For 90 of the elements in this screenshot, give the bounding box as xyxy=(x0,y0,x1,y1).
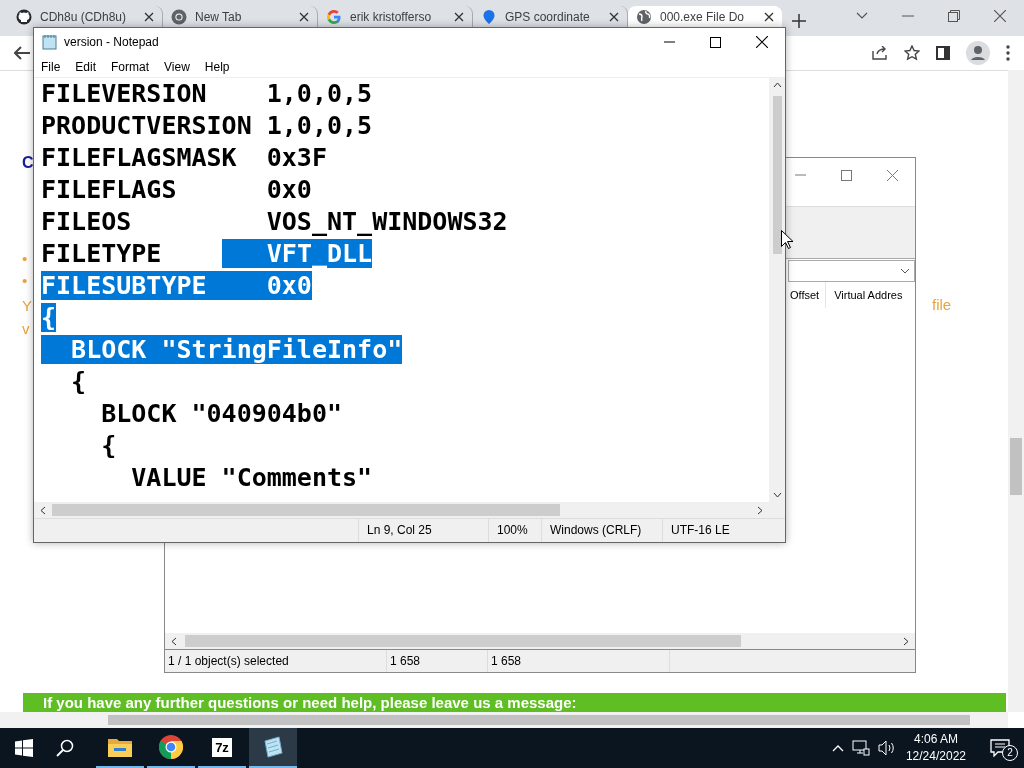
scroll-thumb[interactable] xyxy=(52,504,560,516)
window-title: version - Notepad xyxy=(64,35,160,49)
code-line: BLOCK "StringFileInfo" xyxy=(41,334,769,366)
body-text: Y xyxy=(22,297,32,314)
bullet-mark: • xyxy=(22,272,28,289)
windows-start-icon[interactable] xyxy=(15,739,33,757)
maximize-icon[interactable] xyxy=(710,36,721,48)
archiver-label: 7z xyxy=(212,737,232,757)
share-icon[interactable] xyxy=(872,46,888,60)
page-horizontal-scrollbar[interactable] xyxy=(0,712,1008,728)
scroll-thumb[interactable] xyxy=(772,96,782,254)
folder-icon xyxy=(108,737,132,757)
close-icon[interactable] xyxy=(454,11,464,22)
code-line: FILETYPE VFT_DLL xyxy=(41,238,374,270)
page-scrollbar[interactable] xyxy=(1008,70,1024,712)
scroll-left-icon[interactable] xyxy=(40,505,46,515)
status-text: 1 658 xyxy=(488,650,670,672)
code-line: { xyxy=(100,430,118,462)
restore-icon[interactable] xyxy=(948,10,960,22)
menu-item[interactable]: Format xyxy=(111,59,150,74)
status-text: 100% xyxy=(489,519,542,542)
column-header[interactable]: Offset xyxy=(790,282,820,308)
notification-count: 2 xyxy=(1002,745,1018,761)
chrome-icon xyxy=(159,735,183,759)
close-icon[interactable] xyxy=(764,11,774,22)
status-text: 1 658 xyxy=(387,650,488,672)
network-icon[interactable] xyxy=(851,740,870,756)
scroll-right-icon[interactable] xyxy=(903,636,909,646)
code-line: VALUE "Comments" xyxy=(130,462,374,494)
globe-icon xyxy=(636,8,652,25)
menu-item[interactable]: View xyxy=(164,59,190,74)
close-icon[interactable] xyxy=(756,36,768,48)
scroll-left-icon[interactable] xyxy=(171,636,177,646)
scroll-thumb[interactable] xyxy=(185,635,741,647)
google-icon xyxy=(326,8,342,25)
code-line: FILEFLAGSMASK 0x3F xyxy=(41,142,328,174)
star-icon[interactable] xyxy=(904,45,920,61)
notepad-icon xyxy=(42,34,58,50)
code-line: BLOCK "040904b0" xyxy=(100,398,344,430)
scroll-right-icon[interactable] xyxy=(757,505,763,515)
speaker-icon[interactable] xyxy=(877,740,896,756)
taskbar-app[interactable]: 7z xyxy=(198,728,246,768)
status-text: 1 / 1 object(s) selected xyxy=(165,650,387,672)
body-text: v xyxy=(22,320,30,337)
scroll-down-icon[interactable] xyxy=(772,492,782,498)
back-arrow-icon[interactable] xyxy=(14,46,30,60)
plus-icon[interactable] xyxy=(792,14,806,28)
code-line: PRODUCTVERSION 1,0,0,5 xyxy=(41,110,374,142)
message-banner: If you have any further questions or need help, please leave us a message: xyxy=(23,693,1006,712)
menu-item[interactable]: File xyxy=(41,59,61,74)
text-editor[interactable]: FILEVERSION 1,0,0,5 PRODUCTVERSION 1,0,0,5 FILEFLAGSMASK 0x3F FILEFLAGS 0x0 FILEOS VOS_NT_WINDOWS32 FILETYPE VFT_DLL FILESUBTYPE 0x0 { BLOCK "StringFileInfo" { BLOCK "040904b0" { VALUE "Comments" xyxy=(34,78,785,502)
bullet-mark: • xyxy=(22,250,28,267)
close-icon[interactable] xyxy=(299,11,309,22)
chevron-down-icon xyxy=(900,268,910,274)
tab-title: GPS coordinate xyxy=(505,9,591,24)
status-text: Ln 9, Col 25 xyxy=(359,519,489,542)
column-header[interactable]: Virtual Addres xyxy=(825,282,903,308)
time-text: 4:06 AM xyxy=(913,731,958,748)
date-text: 12/24/2022 xyxy=(905,748,966,765)
menu-item[interactable]: Edit xyxy=(75,59,97,74)
status-text: Windows (CRLF) xyxy=(542,519,663,542)
side-panel-icon[interactable] xyxy=(936,46,950,60)
browser-tab[interactable]: 000.exe File Do xyxy=(628,6,782,27)
chevron-up-icon[interactable] xyxy=(831,744,844,752)
chrome-icon xyxy=(171,8,187,25)
scroll-up-icon[interactable] xyxy=(772,82,782,88)
tab-title: CDh8u (CDh8u) xyxy=(40,9,128,24)
code-line: { xyxy=(70,366,88,398)
horizontal-scrollbar[interactable] xyxy=(165,633,915,650)
menu-item[interactable]: Help xyxy=(204,59,230,74)
code-line: FILEVERSION 1,0,0,5 xyxy=(41,78,374,110)
close-icon[interactable] xyxy=(609,11,619,22)
taskbar-app[interactable] xyxy=(249,728,297,768)
search-icon[interactable] xyxy=(56,739,74,757)
vertical-scrollbar[interactable] xyxy=(769,78,785,502)
code-line: FILEOS VOS_NT_WINDOWS32 xyxy=(41,206,509,238)
notepad-icon xyxy=(261,735,285,759)
map-pin-icon xyxy=(481,8,497,25)
close-icon[interactable] xyxy=(144,11,154,22)
profile-icon[interactable] xyxy=(966,41,990,65)
body-text: file xyxy=(932,296,952,313)
chevron-down-icon[interactable] xyxy=(856,12,868,20)
tab-title: New Tab xyxy=(195,9,243,24)
tab-title: erik kristofferso xyxy=(350,9,433,24)
status-text: UTF-16 LE xyxy=(670,522,731,539)
tab-title: 000.exe File Do xyxy=(660,9,746,24)
code-line: FILEFLAGS 0x0 xyxy=(41,174,313,206)
heading-text: C xyxy=(22,154,34,172)
clock[interactable]: 4:06 AM 12/24/2022 xyxy=(905,731,966,765)
menu-icon[interactable] xyxy=(1006,45,1010,61)
